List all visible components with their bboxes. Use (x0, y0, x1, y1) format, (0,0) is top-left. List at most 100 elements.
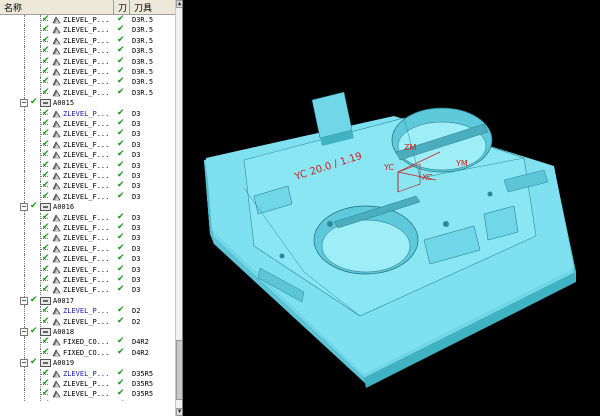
tree-operation-row[interactable]: ✔ ZLEVEL_F... ✔ D3 (0, 253, 175, 265)
collapse-icon[interactable]: − (20, 296, 28, 305)
scroll-down-arrow-icon[interactable]: ▼ (176, 408, 182, 416)
tree-operation-row[interactable]: ✔ ZLEVEL_F... ✔ D3 (0, 159, 175, 171)
tool-name: D3 (132, 192, 141, 201)
column-header-tool[interactable]: 刀具 (134, 1, 152, 14)
check-icon: ✔ (42, 190, 50, 201)
operation-name: ZLEVEL_F... (63, 213, 110, 222)
operation-name: ZLEVEL_P... (63, 317, 110, 326)
operation-name: ZLEVEL_F... (63, 120, 110, 128)
column-header-name[interactable]: 名称 (4, 1, 22, 14)
operation-icon (52, 286, 61, 294)
operation-icon (52, 37, 61, 45)
group-name: A0018 (53, 328, 75, 336)
check-icon: ✔ (42, 128, 50, 139)
tool-name: D4R2 (132, 338, 149, 347)
check-icon: ✔ (42, 274, 50, 284)
operation-name: ZLEVEL_P... (63, 307, 110, 316)
tree-group-row[interactable]: − ✔ A0017 (0, 294, 175, 306)
program-group-icon (40, 99, 51, 108)
tree-group-row[interactable]: − ✔ A0016 (0, 201, 175, 213)
tool-name: D35R5 (132, 369, 154, 378)
collapse-icon[interactable]: − (20, 99, 28, 108)
tool-name: D3 (132, 182, 141, 191)
collapse-icon[interactable]: − (20, 359, 28, 368)
tree-operation-row[interactable]: ✔ ZLEVEL_F... ✔ D3 (0, 170, 175, 181)
operation-name: ZLEVEL_P... (63, 47, 110, 56)
tree-operation-row[interactable]: ✔ FIXED_CO... ✔ D4R2 (0, 346, 175, 358)
tree-operation-row[interactable]: ✔ ZLEVEL_F... ✔ D3 (0, 212, 175, 223)
tree-operation-row[interactable]: ✔ ZLEVEL_P... ✔ D3R.5 (0, 66, 175, 77)
tree-operation-row[interactable]: ✔ ZLEVEL_P... ✔ D3R.5 (0, 15, 175, 25)
tree-operation-row[interactable]: ✔ ZLEVEL_F... ✔ D3 (0, 180, 175, 192)
operation-icon (52, 89, 61, 97)
tree-operation-row[interactable]: ✔ ZLEVEL_F... ✔ D3 (0, 149, 175, 161)
tree-operation-row[interactable]: ✔ ZLEVEL_P... ✔ D35R5 (0, 399, 175, 401)
check-icon: ✔ (42, 346, 50, 357)
tree-operation-row[interactable]: ✔ ZLEVEL_P... ✔ D2 (0, 316, 175, 327)
check-icon: ✔ (30, 294, 38, 305)
tree-operation-row[interactable]: ✔ ZLEVEL_F... ✔ D3 (0, 274, 175, 285)
tree-operation-row[interactable]: ✔ ZLEVEL_F... ✔ D3 (0, 222, 175, 233)
tree-operation-row[interactable]: ✔ ZLEVEL_F... ✔ D3 (0, 242, 175, 254)
toolpath-status-icon: ✔ (117, 34, 125, 45)
tree-group-row[interactable]: − ✔ A0019 (0, 357, 175, 369)
collapse-icon[interactable]: − (20, 328, 28, 336)
navigator-scrollbar[interactable]: ▲ ▼ (175, 0, 182, 416)
graphics-viewport[interactable]: ZM YM YC XC YC 20.0 / 1.19 (184, 0, 600, 416)
check-icon: ✔ (42, 159, 50, 170)
axis-label-zm: ZM (404, 143, 416, 152)
operation-icon (52, 151, 61, 159)
tree-operation-row[interactable]: ✔ ZLEVEL_P... ✔ D3R.5 (0, 45, 175, 57)
tree-operation-row[interactable]: ✔ ZLEVEL_P... ✔ D3R.5 (0, 56, 175, 67)
tool-name: D3 (132, 140, 141, 149)
mold-model[interactable]: ZM YM YC XC YC 20.0 / 1.19 (184, 0, 600, 416)
tree-operation-row[interactable]: ✔ ZLEVEL_P... ✔ D2 (0, 305, 175, 317)
tree-operation-row[interactable]: ✔ ZLEVEL_F... ✔ D3 (0, 264, 175, 275)
tree-operation-row[interactable]: ✔ ZLEVEL_P... ✔ D3R.5 (0, 76, 175, 88)
operation-icon (52, 182, 61, 190)
operation-name: ZLEVEL_F... (63, 255, 110, 264)
operation-name: ZLEVEL_F... (63, 224, 110, 232)
toolpath-status-icon: ✔ (117, 128, 125, 139)
tree-operation-row[interactable]: ✔ ZLEVEL_F... ✔ D3 (0, 284, 175, 296)
operation-icon (52, 390, 61, 398)
check-icon: ✔ (42, 107, 50, 118)
operation-name: ZLEVEL_F... (63, 286, 110, 295)
tree-operation-row[interactable]: ✔ ZLEVEL_P... ✔ D35R5 (0, 388, 175, 400)
tree-operation-row[interactable]: ✔ ZLEVEL_F... ✔ D3 (0, 190, 175, 202)
operation-name: ZLEVEL_F... (63, 172, 110, 180)
scroll-thumb[interactable] (176, 340, 182, 400)
tool-name: D3R.5 (132, 16, 154, 24)
tool-name: D2 (132, 317, 141, 326)
tree-operation-row[interactable]: ✔ ZLEVEL_P... ✔ D3R.5 (0, 24, 175, 36)
tool-name: D4R2 (132, 348, 149, 357)
operation-name: ZLEVEL_P... (63, 109, 110, 118)
tree-operation-row[interactable]: ✔ FIXED_CO... ✔ D4R2 (0, 336, 175, 348)
tree-operation-row[interactable]: ✔ ZLEVEL_P... ✔ D3 (0, 107, 175, 119)
toolpath-status-icon: ✔ (117, 242, 125, 253)
operation-name: ZLEVEL_F... (63, 244, 110, 253)
check-icon: ✔ (42, 34, 50, 45)
check-icon: ✔ (42, 138, 50, 149)
collapse-icon[interactable]: − (20, 203, 28, 212)
group-name: A0019 (53, 359, 75, 368)
tree-operation-row[interactable]: ✔ ZLEVEL_F... ✔ D3 (0, 232, 175, 244)
tool-name: D35R5 (132, 390, 154, 399)
check-icon: ✔ (42, 118, 50, 128)
tree-operation-row[interactable]: ✔ ZLEVEL_P... ✔ D3R.5 (0, 34, 175, 46)
tree-operation-row[interactable]: ✔ ZLEVEL_F... ✔ D3 (0, 128, 175, 140)
tree-group-row[interactable]: − ✔ A0015 (0, 97, 175, 109)
check-icon: ✔ (42, 305, 50, 316)
column-header-toolpath[interactable]: 刀 (118, 1, 127, 14)
tree-operation-row[interactable]: ✔ ZLEVEL_F... ✔ D3 (0, 138, 175, 150)
operation-icon (52, 255, 61, 263)
tree-operation-row[interactable]: ✔ ZLEVEL_P... ✔ D3R.5 (0, 87, 175, 98)
tree-operation-row[interactable]: ✔ ZLEVEL_P... ✔ D35R5 (0, 368, 175, 379)
operation-name: ZLEVEL_F... (63, 182, 110, 191)
tree-group-row[interactable]: − ✔ A0018 (0, 326, 175, 337)
tool-name: D3 (132, 109, 141, 118)
tree-operation-row[interactable]: ✔ ZLEVEL_P... ✔ D35R5 (0, 378, 175, 389)
operation-icon (52, 26, 61, 34)
tree-operation-row[interactable]: ✔ ZLEVEL_F... ✔ D3 (0, 118, 175, 129)
scroll-up-arrow-icon[interactable]: ▲ (176, 0, 182, 8)
